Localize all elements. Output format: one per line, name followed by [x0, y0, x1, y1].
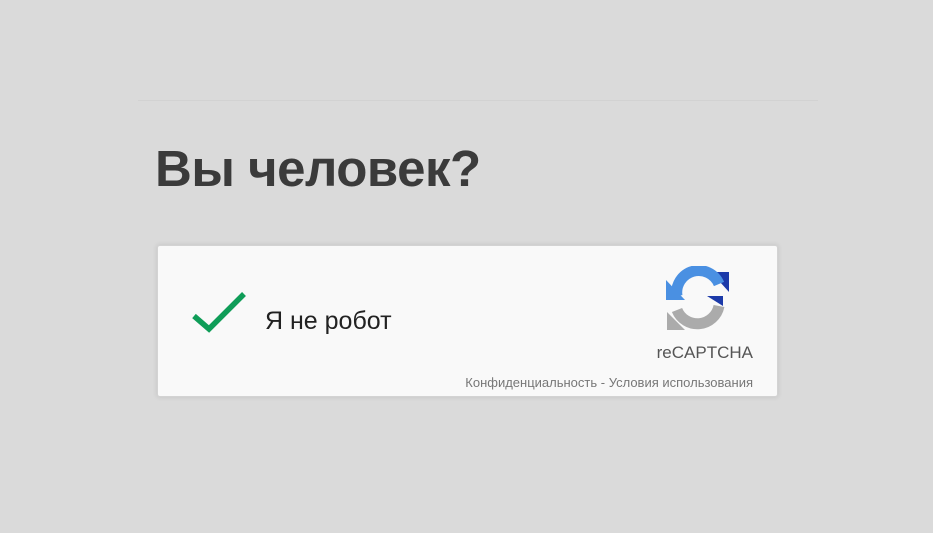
recaptcha-widget: Я не робот reCAPTCHA Конфиденциальность … — [157, 245, 778, 397]
link-separator: - — [597, 375, 609, 390]
recaptcha-logo-icon — [663, 266, 733, 334]
footer-links: Конфиденциальность - Условия использован… — [465, 376, 753, 389]
recaptcha-checkbox[interactable] — [188, 288, 252, 338]
checkbox-label[interactable]: Я не робот — [265, 309, 392, 334]
recaptcha-brand: reCAPTCHA — [656, 343, 753, 362]
checkmark-icon — [192, 292, 246, 333]
privacy-link[interactable]: Конфиденциальность — [465, 375, 597, 390]
top-divider — [138, 100, 818, 101]
page-title: Вы человек? — [155, 140, 481, 197]
terms-link[interactable]: Условия использования — [609, 375, 753, 390]
